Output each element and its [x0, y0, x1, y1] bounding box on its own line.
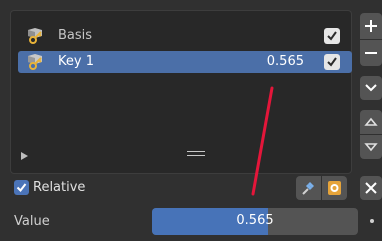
- chevron-down-icon: [365, 84, 377, 92]
- shape-key-list: Basis Key 1 0.565: [10, 10, 352, 174]
- shape-key-value[interactable]: 0.565: [267, 54, 304, 70]
- expand-filter-triangle-icon[interactable]: [21, 152, 28, 160]
- triangle-down-icon: [364, 143, 378, 152]
- shape-key-row-basis[interactable]: Basis: [18, 25, 352, 47]
- move-shape-key-up-button[interactable]: [360, 110, 382, 134]
- shape-key-name: Key 1: [58, 54, 94, 69]
- keyframe-dot-icon[interactable]: [370, 219, 374, 223]
- shape-key-name: Basis: [58, 28, 93, 43]
- triangle-up-icon: [364, 117, 378, 126]
- shape-key-icon: [26, 53, 44, 71]
- shape-key-specials-menu-button[interactable]: [360, 76, 382, 100]
- pin-icon: [302, 182, 314, 195]
- edit-mode-icon: [328, 181, 341, 195]
- plus-icon: [365, 20, 377, 32]
- shape-key-row-key-1[interactable]: Key 1 0.565: [18, 51, 352, 73]
- shape-key-edit-mode-button[interactable]: [322, 176, 347, 200]
- value-label: Value: [14, 214, 50, 229]
- clear-shape-keys-button[interactable]: [360, 176, 382, 200]
- value-slider-text: 0.565: [236, 213, 274, 228]
- shape-key-icon: [26, 27, 44, 45]
- shape-key-pin-button[interactable]: [296, 176, 321, 200]
- shape-key-enabled-checkbox[interactable]: [324, 54, 340, 70]
- relative-checkbox[interactable]: [14, 180, 29, 195]
- remove-shape-key-button[interactable]: [360, 40, 382, 66]
- shape-key-enabled-checkbox[interactable]: [324, 28, 340, 44]
- close-icon: [365, 182, 377, 194]
- relative-label: Relative: [33, 180, 86, 195]
- move-shape-key-down-button[interactable]: [360, 135, 382, 159]
- list-resize-grip[interactable]: [187, 151, 205, 157]
- add-shape-key-button[interactable]: [360, 13, 382, 39]
- value-slider[interactable]: 0.565: [152, 208, 358, 235]
- minus-icon: [365, 52, 377, 54]
